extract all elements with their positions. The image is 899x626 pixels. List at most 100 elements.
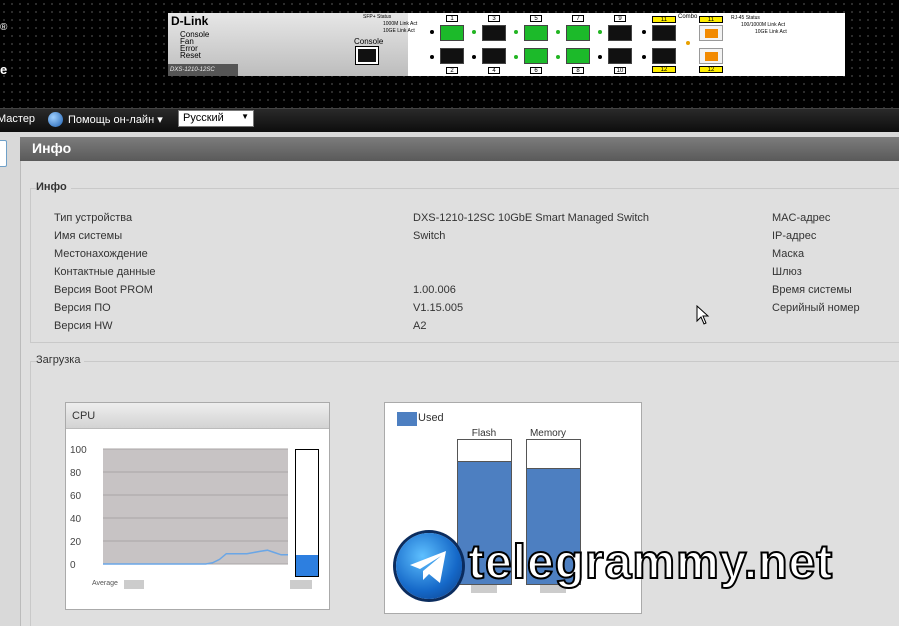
menu-wizard[interactable]: Мастер: [0, 113, 35, 125]
load-legend: Загрузка: [36, 354, 85, 366]
port-led: [472, 55, 476, 59]
info-label-gateway: Шлюз: [772, 266, 802, 278]
port-number-1: 1: [446, 15, 458, 22]
port-1[interactable]: [440, 25, 464, 41]
port-12-rj45[interactable]: [699, 48, 723, 64]
info-value-boot-prom: 1.00.006: [413, 284, 456, 296]
memory-label: Memory: [529, 428, 567, 439]
info-label-system-name: Имя системы: [54, 230, 123, 242]
port-4[interactable]: [482, 48, 506, 64]
device-banner: ® e D-Link Console Fan Error Reset DXS-1…: [0, 0, 899, 108]
port-5[interactable]: [524, 25, 548, 41]
rj45-legend-speed1: 100/1000M: [741, 22, 767, 28]
info-label-contact: Контактные данные: [54, 266, 156, 278]
sfp-legend-title: SFP+ Status: [363, 14, 392, 20]
cpu-plot-area: [103, 449, 288, 564]
info-label-mac: MAC-адрес: [772, 212, 831, 224]
port-10[interactable]: [608, 48, 632, 64]
rj45-legend-link1: Link: [767, 22, 777, 28]
rj45-legend-title: RJ-45 Status: [731, 15, 760, 21]
status-leds: Console Fan Error Reset: [180, 31, 209, 60]
cpu-average-label: Average: [92, 580, 118, 587]
port-12[interactable]: [652, 48, 676, 64]
cpu-y-tick-label: 40: [70, 514, 82, 525]
port-led: [514, 30, 518, 34]
cpu-line-chart: 100 80 60 40 20 0: [70, 445, 288, 571]
port-number-12: 12: [652, 66, 676, 73]
port-11[interactable]: [652, 25, 676, 41]
rj45-legend-act2: Act: [779, 29, 787, 35]
port-led: [598, 30, 602, 34]
port-number-3: 3: [488, 15, 500, 22]
sidebar-edge[interactable]: [0, 140, 7, 167]
used-legend-label: Used: [418, 412, 444, 424]
flash-free-segment: [458, 440, 511, 462]
port-led: [642, 55, 646, 59]
led-reset: Reset: [180, 51, 201, 60]
rj45-jack: [705, 29, 718, 38]
brand-letter: e: [0, 62, 8, 77]
info-fieldset-border-bottom: [30, 342, 899, 343]
port-3[interactable]: [482, 25, 506, 41]
rj45-legend-speed2: 10GE: [755, 29, 768, 35]
rj45-jack: [705, 52, 718, 61]
telegram-logo-icon: [396, 533, 462, 599]
load-fieldset-border-left: [30, 361, 31, 626]
port-2[interactable]: [440, 48, 464, 64]
sfp-legend-speed1: 1000M: [383, 21, 399, 27]
info-label-boot-prom: Версия Boot PROM: [54, 284, 153, 296]
cpu-y-tick-label: 100: [70, 445, 87, 456]
port-led: [430, 55, 434, 59]
chevron-down-icon: ▾: [157, 114, 163, 126]
used-legend-swatch: [397, 412, 417, 426]
info-label-device-type: Тип устройства: [54, 212, 133, 224]
console-port[interactable]: [355, 46, 379, 65]
cpu-average-value: [124, 580, 144, 589]
language-select[interactable]: Русский ▼: [178, 110, 254, 127]
port-11-rj45[interactable]: [699, 25, 723, 41]
flash-label: Flash: [471, 428, 497, 439]
menu-online-help-label: Помощь он-лайн: [68, 114, 155, 126]
sfp-legend-act1: Act: [410, 21, 418, 27]
combo-led: [686, 41, 690, 45]
rj45-legend-link2: Link: [769, 29, 779, 35]
port-number-10: 10: [614, 67, 626, 74]
menu-bar: Мастер Помощь он-лайн ▾ Русский ▼: [0, 108, 899, 132]
port-led: [598, 55, 602, 59]
sfp-legend-speed2: 10GE: [383, 28, 396, 34]
rj45-status-legend: RJ-45 Status 100/1000M Link Act 10GE Lin…: [731, 15, 787, 36]
cpu-y-tick-label: 0: [70, 560, 76, 571]
port-number-4: 4: [488, 67, 500, 74]
info-label-mask: Маска: [772, 248, 805, 260]
cpu-y-tick-label: 80: [70, 468, 82, 479]
info-legend: Инфо: [36, 181, 71, 193]
dlink-logo: D-Link: [171, 14, 209, 28]
port-7[interactable]: [566, 25, 590, 41]
port-number-8: 8: [572, 67, 584, 74]
port-led: [642, 30, 646, 34]
port-led: [514, 55, 518, 59]
console-label: Console: [354, 37, 384, 46]
port-number-2: 2: [446, 67, 458, 74]
paper-plane-icon: [410, 551, 446, 583]
memory-free-segment: [527, 440, 580, 469]
cpu-panel-title: CPU: [66, 403, 329, 429]
menu-online-help[interactable]: Помощь он-лайн ▾: [68, 113, 163, 126]
sfp-status-legend: SFP+ Status 1000M Link Act 10GE Link Act: [363, 14, 417, 35]
port-6[interactable]: [524, 48, 548, 64]
port-number-5: 5: [530, 15, 542, 22]
info-label-system-time: Время системы: [772, 284, 852, 296]
mouse-cursor-icon: [696, 305, 710, 325]
port-8[interactable]: [566, 48, 590, 64]
load-fieldset-border: [30, 361, 899, 362]
cpu-usage-bar: [295, 449, 319, 577]
info-label-ip: IP-адрес: [772, 230, 817, 242]
port-number-12-rj45: 12: [699, 66, 723, 73]
info-value-hw: A2: [413, 320, 427, 332]
watermark-text: telegrammy.net: [467, 535, 834, 590]
info-value-device-type: DXS-1210-12SC 10GbE Smart Managed Switch: [413, 212, 650, 224]
info-label-location: Местонахождение: [54, 248, 148, 260]
port-9[interactable]: [608, 25, 632, 41]
page-title: Инфо: [20, 137, 899, 161]
info-value-firmware: V1.15.005: [413, 302, 464, 314]
